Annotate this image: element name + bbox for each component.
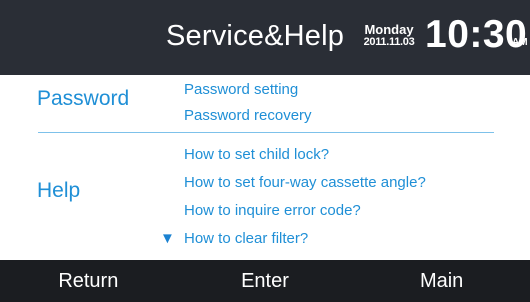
date-label: 2011.11.03: [363, 36, 415, 48]
help-item-cassette-angle[interactable]: How to set four-way cassette angle?: [184, 174, 426, 191]
password-recovery-link[interactable]: Password recovery: [184, 107, 312, 124]
footer-bar: Return Enter Main: [0, 260, 530, 302]
section-divider: [38, 132, 494, 133]
clock-time: 10:30: [425, 13, 528, 56]
main-content: Password Password setting Password recov…: [0, 75, 530, 260]
clock-ampm: AM: [512, 37, 528, 48]
day-label: Monday: [364, 22, 414, 37]
date-display: Monday 2011.11.03: [358, 23, 420, 49]
help-section-label: Help: [37, 179, 81, 202]
return-button[interactable]: Return: [13, 260, 163, 302]
main-button[interactable]: Main: [367, 260, 517, 302]
help-item-clear-filter[interactable]: How to clear filter?: [184, 230, 308, 247]
help-item-error-code[interactable]: How to inquire error code?: [184, 202, 361, 219]
enter-button[interactable]: Enter: [190, 260, 340, 302]
page-title: Service&Help: [166, 20, 345, 52]
header-bar: Service&Help Monday 2011.11.03 10:30 AM: [0, 0, 530, 75]
password-setting-link[interactable]: Password setting: [184, 81, 298, 98]
help-item-child-lock[interactable]: How to set child lock?: [184, 146, 329, 163]
password-section-label: Password: [37, 87, 130, 110]
triangle-down-icon[interactable]: ▼: [160, 230, 175, 248]
